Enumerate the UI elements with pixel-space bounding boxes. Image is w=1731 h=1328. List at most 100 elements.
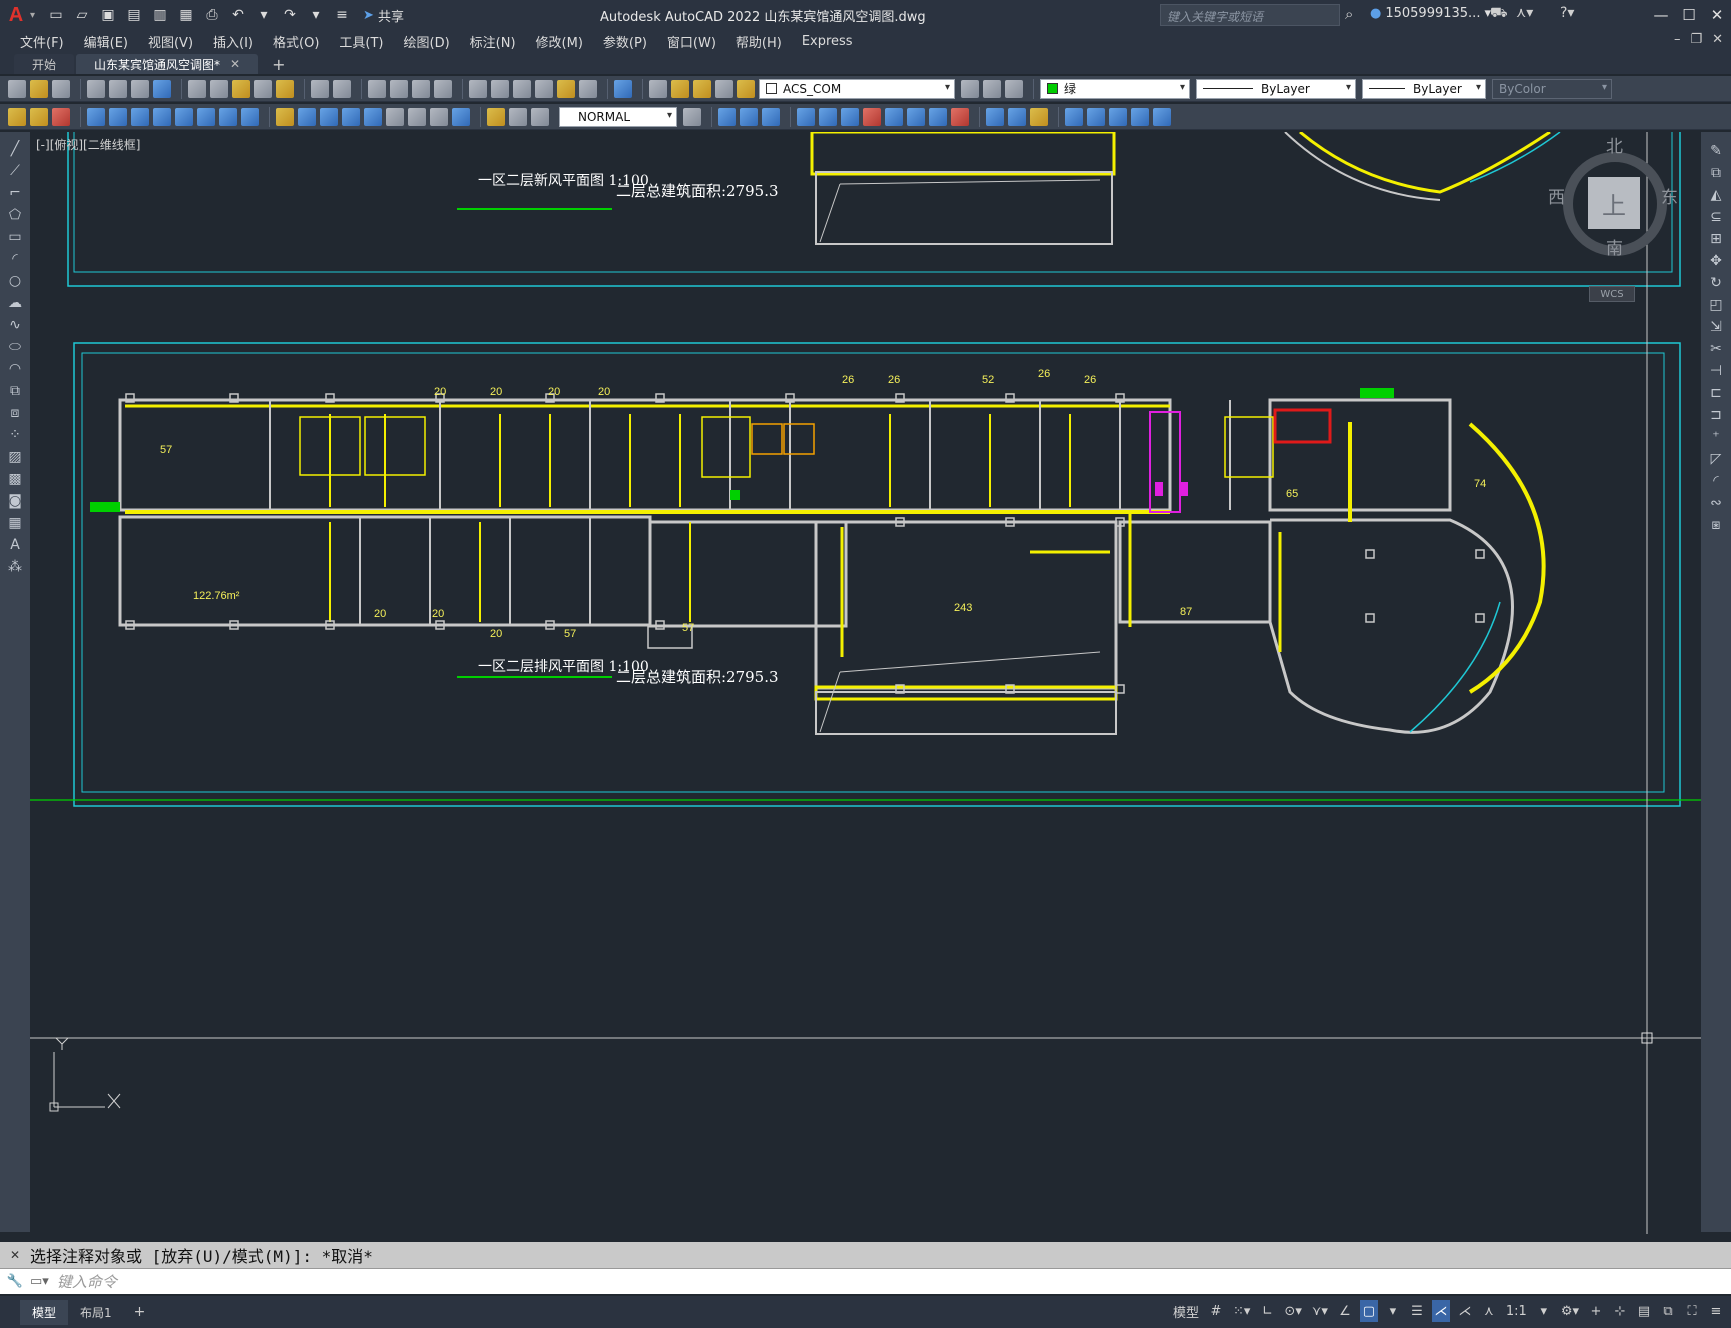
search-icon[interactable]: ⌕ (1345, 5, 1353, 23)
make-block-icon[interactable]: ⧈ (6, 404, 24, 422)
layer-properties-icon[interactable] (649, 79, 667, 98)
save-as-icon[interactable]: ▤ (123, 5, 145, 25)
qnew-icon[interactable] (8, 79, 26, 98)
realistic-icon[interactable] (1008, 107, 1026, 126)
ucs-zaxis-icon[interactable] (951, 107, 969, 126)
layer-lock-icon[interactable] (737, 79, 755, 98)
zoom-realtime-icon[interactable] (390, 79, 408, 98)
visual-style-icon[interactable] (986, 107, 1004, 126)
viewport-controls[interactable]: [-][俯视][二维线框] (36, 136, 140, 153)
snap-icon[interactable]: ⁙▾ (1231, 1300, 1252, 1322)
app-logo[interactable]: A (2, 0, 30, 30)
command-input[interactable]: 键入命令 (57, 1271, 117, 1292)
view-side-icon[interactable] (762, 107, 780, 126)
zoom-window-icon[interactable] (412, 79, 430, 98)
quick-properties-icon[interactable]: ▤ (1635, 1300, 1653, 1322)
dimension-edit-icon[interactable] (487, 107, 505, 126)
blend-curves-icon[interactable]: ∾ (1707, 494, 1725, 512)
zoom-previous-icon[interactable] (434, 79, 452, 98)
erase-icon[interactable]: ✎ (1707, 142, 1725, 160)
region-icon[interactable]: ◙ (6, 492, 24, 510)
user-account[interactable]: ● 1505999135... ▾ (1370, 6, 1491, 21)
orbit-icon[interactable] (1109, 107, 1127, 126)
rotate-icon[interactable]: ↻ (1707, 274, 1725, 292)
jogged-dimension-icon[interactable] (197, 107, 215, 126)
open-icon[interactable] (30, 79, 48, 98)
ucs-face-icon[interactable] (863, 107, 881, 126)
ucs-view-icon[interactable] (907, 107, 925, 126)
tolerance-icon[interactable] (386, 107, 404, 126)
arc-length-icon[interactable] (131, 107, 149, 126)
polar-tracking-icon[interactable]: ⊙▾ (1282, 1300, 1303, 1322)
dimension-update-icon[interactable] (531, 107, 549, 126)
tab-start[interactable]: 开始 (14, 54, 75, 74)
command-line[interactable]: 🔧 ▭▾ 键入命令 (0, 1268, 1731, 1294)
ucs-object-icon[interactable] (885, 107, 903, 126)
saveas-icon[interactable] (30, 107, 48, 126)
revision-cloud-icon[interactable]: ☁ (6, 294, 24, 312)
ellipse-icon[interactable]: ⬭ (6, 338, 24, 356)
object-snap-dropdown-icon[interactable]: ▾ (1384, 1300, 1402, 1322)
layout-tab-layout1[interactable]: 布局1 (68, 1300, 124, 1325)
sheet-set-icon[interactable] (535, 79, 553, 98)
linear-dimension-icon[interactable] (87, 107, 105, 126)
quick-dimension-icon[interactable] (276, 107, 294, 126)
polygon-icon[interactable]: ⬠ (6, 206, 24, 224)
dimension-style-icon[interactable] (683, 107, 701, 126)
offset-icon[interactable]: ⊆ (1707, 208, 1725, 226)
ortho-icon[interactable]: ∟ (1258, 1300, 1276, 1322)
copy-icon[interactable] (210, 79, 228, 98)
array-icon[interactable]: ⊞ (1707, 230, 1725, 248)
join-icon[interactable]: ⁺ (1707, 428, 1725, 446)
copy-object-icon[interactable]: ⧉ (1707, 164, 1725, 182)
markup-icon[interactable] (557, 79, 575, 98)
redo-icon[interactable] (333, 79, 351, 98)
grid-icon[interactable]: # (1207, 1300, 1225, 1322)
fillet-icon[interactable]: ◜ (1707, 472, 1725, 490)
annotation-scale-value[interactable]: 1:1 (1504, 1300, 1529, 1322)
clean-screen-icon[interactable]: ⛶ (1683, 1300, 1701, 1322)
new-file-icon[interactable]: ▭ (45, 5, 67, 25)
cart-icon[interactable]: ⛟ (1490, 5, 1508, 23)
units-icon[interactable]: ⊹ (1611, 1300, 1629, 1322)
walk-icon[interactable] (1065, 107, 1083, 126)
help-icon[interactable]: ?▾ (1560, 5, 1574, 21)
layer-previous-icon[interactable] (983, 79, 1001, 98)
pan-icon[interactable] (368, 79, 386, 98)
isolate-objects-icon[interactable]: ⧉ (1659, 1300, 1677, 1322)
dimension-style-dropdown[interactable]: NORMAL ▾ (559, 106, 677, 127)
new-tab-button[interactable]: + (260, 55, 297, 74)
quickcalc-icon[interactable] (579, 79, 597, 98)
block-editor-icon[interactable] (276, 79, 294, 98)
diameter-dimension-icon[interactable] (219, 107, 237, 126)
tab-drawing[interactable]: 山东某宾馆通风空调图* ✕ (76, 54, 259, 74)
match-properties-icon[interactable] (254, 79, 272, 98)
layer-states-icon[interactable] (1005, 79, 1023, 98)
arc-icon[interactable]: ◜ (6, 250, 24, 268)
viewcube-top-face[interactable]: 上 (1588, 177, 1640, 229)
paste-icon[interactable] (232, 79, 250, 98)
menu-express[interactable]: Express (792, 34, 863, 49)
aligned-dimension-icon[interactable] (109, 107, 127, 126)
customize-qat-icon[interactable]: ≡ (331, 5, 353, 25)
angular-dimension-icon[interactable] (241, 107, 259, 126)
design-center-icon[interactable] (491, 79, 509, 98)
doc-minimize-icon[interactable]: – (1674, 32, 1681, 47)
color-dropdown[interactable]: 绿 ▾ (1040, 78, 1190, 99)
view-front-icon[interactable] (718, 107, 736, 126)
plot-preview-icon[interactable] (109, 79, 127, 98)
autodesk-app-icon[interactable]: ⋏▾ (1516, 5, 1533, 21)
lineweight-icon[interactable]: ☰ (1408, 1300, 1426, 1322)
trim-icon[interactable]: ✂ (1707, 340, 1725, 358)
ucs-world-icon[interactable] (819, 107, 837, 126)
dimension-text-edit-icon[interactable] (509, 107, 527, 126)
menu-draw[interactable]: 绘图(D) (394, 32, 460, 51)
wcs-menu[interactable]: WCS (1589, 286, 1635, 302)
save-icon[interactable]: ▣ (97, 5, 119, 25)
stretch-icon[interactable]: ⇲ (1707, 318, 1725, 336)
redo-dropdown-icon[interactable]: ▾ (305, 5, 327, 25)
workspace-icon[interactable] (8, 107, 26, 126)
break-icon[interactable]: ⊐ (1707, 406, 1725, 424)
plot-icon[interactable]: ⎙ (201, 5, 223, 25)
menu-format[interactable]: 格式(O) (263, 32, 329, 51)
